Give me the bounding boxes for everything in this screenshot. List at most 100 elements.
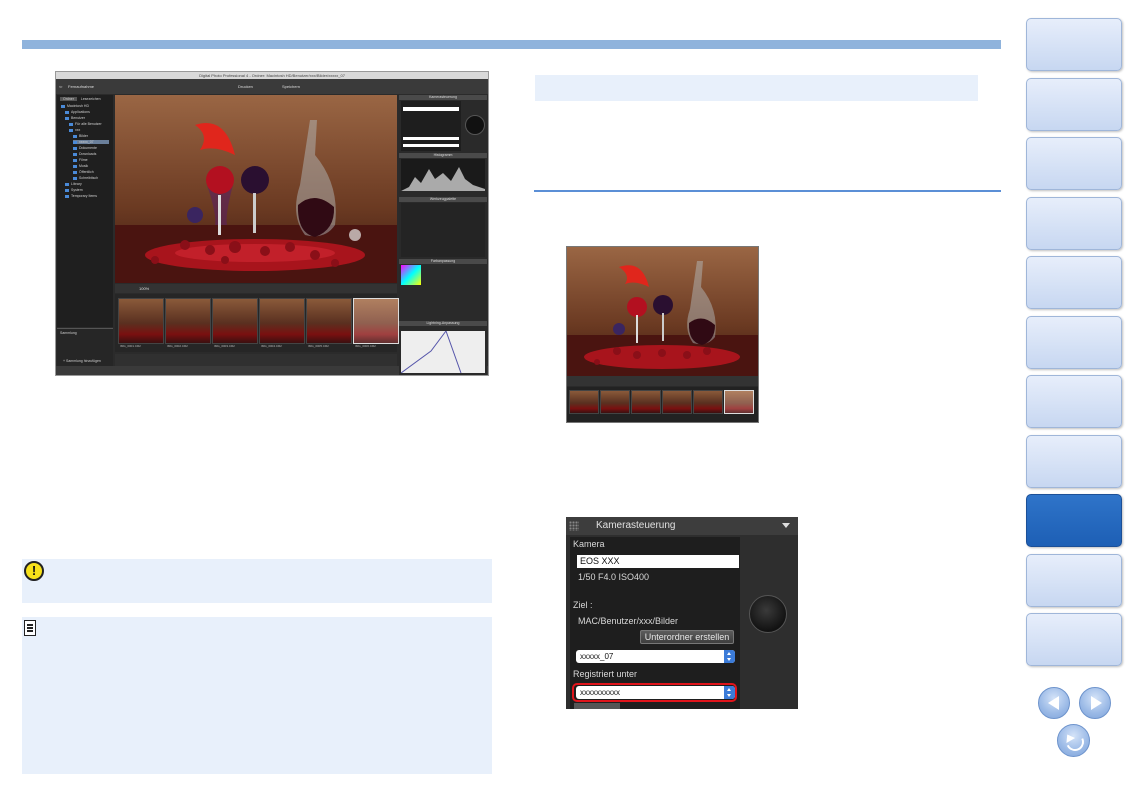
thumb-label: IMG_0006.CR2 [355, 344, 376, 348]
back-icon: ⇦ [59, 84, 63, 89]
header-rule [22, 40, 1001, 49]
next-page-icon [1091, 696, 1102, 710]
nav-tab[interactable] [1026, 613, 1122, 666]
camera-settings-icon[interactable] [574, 703, 620, 709]
print-label: Drucken [238, 84, 253, 89]
tone-curve-graph [400, 329, 462, 374]
tree-item: Öffentlich [73, 170, 94, 174]
memo-box [22, 617, 492, 774]
nav-tab[interactable] [1026, 197, 1122, 250]
shutter-knob[interactable] [749, 595, 787, 633]
tree-tab-folder: Ordner Lesezeichen [60, 97, 104, 101]
nav-tab[interactable] [1026, 316, 1122, 369]
zoom-value: 100% [139, 286, 150, 291]
small-preview-toolbar [567, 376, 758, 386]
camera-control-mini [401, 101, 461, 151]
tone-curve [400, 329, 485, 374]
nav-tab[interactable] [1026, 554, 1122, 607]
tool-palette [401, 203, 485, 257]
folder-select-arrow-icon[interactable] [724, 650, 735, 663]
still-life-photo [115, 95, 397, 283]
still-life-photo-small [567, 247, 758, 377]
drag-grip-icon[interactable] [569, 521, 579, 531]
tree-item: Filme [73, 158, 88, 162]
preview-toolbar: 100% [115, 284, 397, 293]
prev-page-icon [1048, 696, 1059, 710]
tree-item-selected: xxxxx_07 [73, 140, 109, 144]
nav-tab[interactable] [1026, 137, 1122, 190]
collection-panel: Sammlung + Sammlung hinzufügen [57, 328, 113, 367]
remote-shooting-label: Fernaufnahme [68, 84, 95, 89]
dpp-main-window-screenshot: Digital Photo Professional 4 - Ordner: M… [55, 71, 489, 376]
thumbnail-selected [724, 390, 754, 414]
thumb-label: IMG_0004.CR2 [261, 344, 282, 348]
panel-header-bar: Kamerasteuerung [566, 517, 798, 535]
strip-controls [115, 354, 397, 366]
nav-tab[interactable] [1026, 435, 1122, 488]
nav-tab[interactable] [1026, 78, 1122, 131]
tree-item: Downloads [73, 152, 96, 156]
tree-item: Applications [65, 110, 90, 114]
thumb-label: IMG_0002.CR2 [167, 344, 188, 348]
camera-name-field: EOS XXX [577, 555, 739, 568]
tree-item: Musik [73, 164, 88, 168]
tree-item: Bilder [73, 134, 88, 138]
nav-tab[interactable] [1026, 18, 1122, 71]
nav-tab-active[interactable] [1026, 494, 1122, 547]
thumbnail [569, 390, 599, 414]
color-wheel [401, 265, 421, 285]
next-page-button[interactable] [1079, 687, 1111, 719]
thumbnail [662, 390, 692, 414]
window-title: Digital Photo Professional 4 - Ordner: M… [56, 72, 488, 79]
thumbnail [693, 390, 723, 414]
thumbnail-strip: IMG_0001.CR2 IMG_0002.CR2 IMG_0003.CR2 I… [115, 294, 399, 352]
nav-tab[interactable] [1026, 256, 1122, 309]
destination-path: MAC/Benutzer/xxx/Bilder [578, 616, 679, 626]
tree-item: Schreibtisch [73, 176, 98, 180]
nav-tab[interactable] [1026, 375, 1122, 428]
thumb-label: IMG_0005.CR2 [308, 344, 329, 348]
section-rule [534, 190, 1001, 192]
panel-header: Werkzeugpalette [399, 197, 487, 202]
tree-item: Library [65, 182, 82, 186]
exposure-settings: 1/50 F4.0 ISO400 [578, 572, 650, 582]
thumbnail [118, 298, 164, 344]
create-subfolder-button[interactable]: Unterordner erstellen [640, 630, 734, 644]
thumb-label: IMG_0003.CR2 [214, 344, 235, 348]
thumbnail [165, 298, 211, 344]
tree-item: xxx [69, 128, 80, 132]
thumbnail [259, 298, 305, 344]
panel-title: Kamerasteuerung [596, 520, 676, 531]
highlight-frame [572, 683, 737, 702]
thumb-label: IMG_0001.CR2 [120, 344, 141, 348]
caution-box: ! [22, 559, 492, 603]
panel-header: Histogramm [399, 153, 487, 158]
right-panels: Kamerasteuerung Histogramm Werkzeugpalet… [399, 95, 487, 375]
tree-item: System [65, 188, 83, 192]
destination-label: Ziel : [573, 600, 593, 610]
tree-item: Dokumente [73, 146, 97, 150]
collection-add: + Sammlung hinzufügen [63, 359, 101, 363]
collapse-triangle-icon[interactable] [782, 523, 790, 528]
save-label: Speichern [282, 84, 301, 89]
tree-item: Macintosh HD [61, 104, 89, 108]
registered-label: Registriert unter [573, 669, 638, 679]
thumbnail [306, 298, 352, 344]
tree-item: Benutzer [65, 116, 85, 120]
prev-page-button[interactable] [1038, 687, 1070, 719]
folder-tree: Ordner Lesezeichen Macintosh HD Applicat… [57, 95, 113, 327]
thumbnail-selected [353, 298, 399, 344]
camera-label: Kamera [573, 539, 605, 549]
tree-item: Temporary Items [65, 194, 97, 198]
small-preview-screenshot [566, 246, 759, 423]
folder-select[interactable]: xxxxx_07 [576, 650, 735, 663]
small-thumbnail-strip [567, 387, 758, 422]
return-button[interactable] [1057, 724, 1090, 757]
heading-box [535, 75, 978, 101]
memo-icon [24, 620, 36, 636]
tree-item: Für alle Benutzer [69, 122, 102, 126]
collection-label: Sammlung [60, 331, 77, 335]
panel-header: Kamerasteuerung [399, 95, 487, 100]
histogram [401, 159, 485, 191]
camera-control-panel: Kamerasteuerung Kamera EOS XXX 1/50 F4.0… [566, 517, 798, 709]
